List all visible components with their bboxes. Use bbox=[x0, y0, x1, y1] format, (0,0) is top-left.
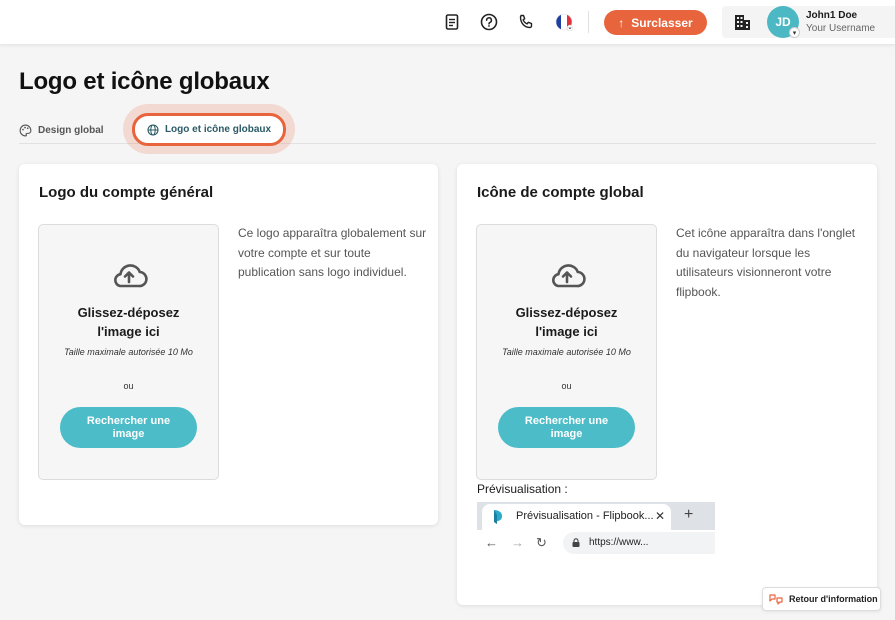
browse-image-button[interactable]: Rechercher une image bbox=[60, 407, 197, 448]
arrow-left-icon: ← bbox=[485, 535, 498, 550]
lock-icon bbox=[572, 538, 580, 547]
user-menu[interactable]: JD ▾ John1 Doe Your Username bbox=[722, 6, 895, 38]
logo-description: Ce logo apparaîtra globalement sur votre… bbox=[238, 226, 427, 279]
arrow-right-icon: → bbox=[511, 535, 524, 550]
browse-image-button[interactable]: Rechercher une image bbox=[498, 407, 635, 448]
globe-icon bbox=[147, 123, 159, 136]
dropzone-or: ou bbox=[561, 381, 572, 391]
plus-icon: + bbox=[684, 506, 694, 523]
document-icon[interactable] bbox=[442, 12, 462, 32]
palette-icon bbox=[19, 124, 32, 137]
flag-fr-icon[interactable] bbox=[554, 12, 574, 32]
page-title: Logo et icône globaux bbox=[19, 68, 270, 95]
phone-icon[interactable] bbox=[516, 12, 536, 32]
dropzone-max-size: Taille maximale autorisée 10 Mo bbox=[64, 347, 193, 357]
preview-address-bar: https://www... bbox=[563, 532, 715, 554]
tab-design-global[interactable]: Design global bbox=[19, 124, 104, 137]
card-title: Logo du compte général bbox=[39, 184, 214, 201]
reload-icon: ↻ bbox=[536, 535, 547, 550]
top-bar: ↑ Surclasser JD ▾ John1 Doe Your Usernam… bbox=[0, 0, 895, 45]
card-title: Icône de compte global bbox=[477, 184, 644, 201]
building-icon[interactable] bbox=[732, 12, 752, 32]
arrow-up-icon: ↑ bbox=[618, 15, 625, 30]
dropzone-title: Glissez-déposez l'image ici bbox=[515, 305, 618, 339]
flipbook-favicon-icon bbox=[494, 510, 502, 524]
tab-label: Design global bbox=[38, 125, 104, 136]
user-username: Your Username bbox=[806, 23, 876, 34]
icon-description: Cet icône apparaîtra dans l'onglet du na… bbox=[676, 226, 856, 299]
header-divider bbox=[588, 11, 589, 33]
icon-card: Icône de compte global Glissez-déposez l… bbox=[457, 164, 877, 605]
preview-browser-tab: Prévisualisation - Flipbook... ✕ bbox=[482, 504, 671, 530]
cloud-upload-icon bbox=[552, 264, 586, 288]
feedback-label: Retour d'information bbox=[789, 594, 878, 604]
dropzone-title: Glissez-déposez l'image ici bbox=[77, 305, 180, 339]
preview-browser-tabstrip: Prévisualisation - Flipbook... ✕ + bbox=[477, 502, 715, 530]
help-icon[interactable] bbox=[479, 12, 499, 32]
preview-label: Prévisualisation : bbox=[477, 482, 568, 496]
logo-card: Logo du compte général Glissez-déposez l… bbox=[19, 164, 438, 525]
feedback-button[interactable]: Retour d'information bbox=[762, 587, 881, 611]
close-icon: ✕ bbox=[655, 509, 666, 523]
preview-browser-nav: ← → ↻ https://www... bbox=[477, 530, 715, 558]
feedback-icon bbox=[769, 594, 783, 605]
logo-dropzone[interactable]: Glissez-déposez l'image ici Taille maxim… bbox=[38, 224, 219, 480]
upgrade-button[interactable]: ↑ Surclasser bbox=[604, 10, 707, 35]
user-name: John1 Doe bbox=[806, 10, 858, 21]
preview-tab-title: Prévisualisation - Flipbook... bbox=[516, 510, 654, 522]
tab-logo-icone-globaux[interactable]: Logo et icône globaux bbox=[132, 113, 286, 146]
upgrade-label: Surclasser bbox=[631, 15, 693, 30]
dropzone-max-size: Taille maximale autorisée 10 Mo bbox=[502, 347, 631, 357]
tab-label: Logo et icône globaux bbox=[164, 124, 272, 135]
preview-url: https://www... bbox=[589, 537, 649, 548]
chevron-down-icon: ▾ bbox=[789, 27, 800, 38]
cloud-upload-icon bbox=[114, 264, 148, 288]
icon-dropzone[interactable]: Glissez-déposez l'image ici Taille maxim… bbox=[476, 224, 657, 480]
dropzone-or: ou bbox=[123, 381, 134, 391]
